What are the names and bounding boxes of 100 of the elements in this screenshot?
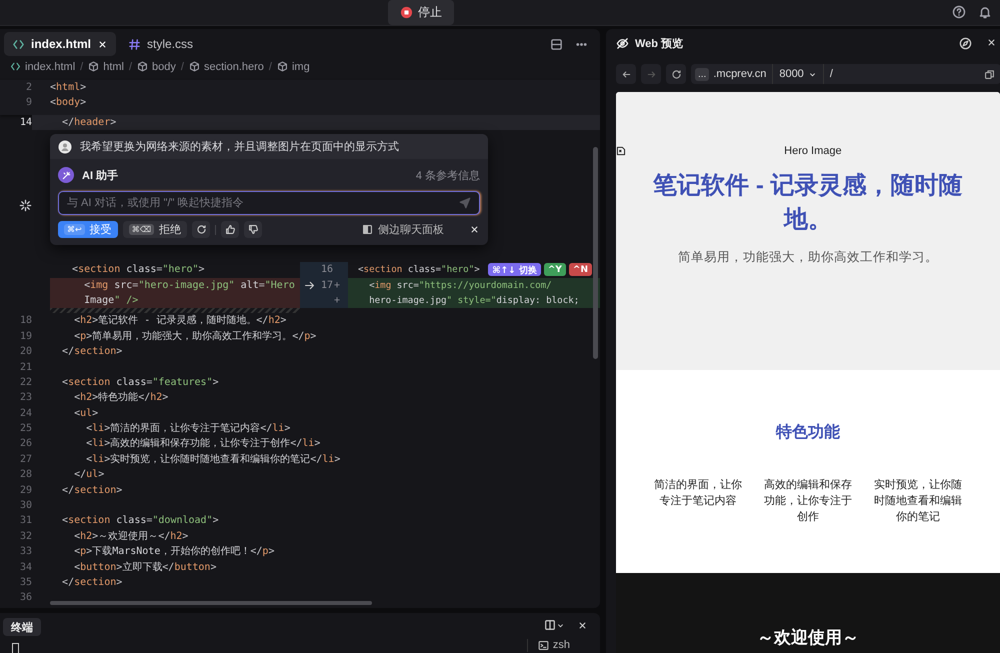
references-link[interactable]: 4 条参考信息 (416, 168, 480, 183)
line-number: 16 (320, 263, 333, 278)
stop-button[interactable]: 停止 (388, 0, 454, 25)
cube-icon (188, 61, 200, 72)
refresh-icon[interactable] (196, 224, 207, 236)
breadcrumb-separator: / (80, 60, 84, 72)
code-line: </section> (61, 576, 124, 590)
thumbs-down-button[interactable] (244, 221, 262, 238)
thumbs-down-icon[interactable] (248, 224, 259, 236)
breadcrumb-item[interactable]: index.html (10, 60, 76, 72)
code-line: </section> (61, 484, 124, 498)
help-icon[interactable] (952, 5, 966, 19)
terminal-tab[interactable]: 终端 (3, 618, 41, 636)
port-dropdown[interactable]: 8000 (773, 64, 824, 84)
hero-heading: 笔记软件 - 记录灵感，随时随地。 (652, 171, 964, 235)
terminal-session[interactable]: zsh (526, 639, 570, 652)
feature-text: 简洁的界面，让你专注于笔记内容 (652, 478, 743, 509)
code-line: <section class="hero"> (71, 263, 205, 278)
breadcrumb-item[interactable]: body (137, 60, 176, 72)
stop-icon (400, 6, 413, 19)
terminal-cursor (12, 643, 19, 653)
sparkle-icon[interactable] (18, 199, 32, 212)
breadcrumb-item[interactable]: img (276, 60, 310, 72)
line-number: 2 (24, 81, 32, 95)
image-alt-text: Hero Image (783, 145, 843, 157)
line-number: 27 (18, 452, 32, 467)
notification-bell-icon[interactable] (978, 5, 992, 19)
code-line: <ul> (73, 406, 100, 421)
host-text: .mcprev.cn (713, 64, 774, 84)
split-icon[interactable] (544, 619, 556, 631)
path-field[interactable]: / (824, 64, 978, 84)
download-heading: ～欢迎使用～ (756, 627, 859, 649)
thumbs-up-icon[interactable] (224, 224, 236, 236)
code-line: <li>实时预览，让你随时随地查看和编辑你的笔记</li> (85, 452, 342, 467)
line-number: 34 (18, 560, 32, 575)
line-number: 19 (18, 330, 32, 344)
line-number: 33 (18, 545, 32, 560)
switch-button[interactable]: ⌘↑↓ 切换 (488, 263, 541, 276)
line-number: 29 (18, 484, 32, 498)
cube-icon (276, 61, 288, 72)
reject-change-button[interactable]: ^N (568, 263, 592, 276)
back-button[interactable] (616, 64, 636, 84)
breadcrumb-item[interactable]: section.hero (188, 60, 264, 72)
forward-button[interactable] (641, 64, 661, 84)
reload-button[interactable] (666, 64, 686, 84)
arrow-left-icon[interactable] (620, 68, 632, 80)
thumbs-up-button[interactable] (221, 221, 240, 238)
close-icon[interactable] (986, 37, 997, 48)
chat-input[interactable]: 与 AI 对话，或使用 "/" 唤起快捷指令 (67, 197, 459, 210)
code-file-icon (10, 61, 21, 72)
chat-input-field[interactable]: 与 AI 对话，或使用 "/" 唤起快捷指令 (58, 191, 480, 216)
shortcut-key: ⌘⌫ (128, 224, 154, 236)
accept-button[interactable]: ⌘↩ 接受 (58, 221, 118, 238)
line-number: 25 (18, 422, 32, 436)
features-heading: 特色功能 (776, 422, 840, 443)
refresh-icon[interactable] (670, 68, 682, 80)
breadcrumb-separator: / (268, 60, 272, 72)
code-line: <h2>～欢迎使用～</h2> (73, 530, 190, 544)
line-number: 26 (18, 437, 32, 452)
code-line: <section class="download"> (61, 514, 220, 528)
line-number: 18 (18, 314, 32, 328)
breadcrumb-item[interactable]: html (88, 60, 124, 72)
hash-icon (128, 38, 142, 50)
host-prefix-button[interactable]: ... (695, 68, 710, 80)
reject-button[interactable]: ⌘⌫ 拒绝 (122, 221, 188, 238)
side-panel-icon[interactable] (362, 224, 373, 236)
file-tab[interactable]: index.html (4, 32, 116, 56)
line-number: 14 (18, 116, 32, 130)
compass-icon[interactable] (958, 37, 972, 50)
code-line: <li>简洁的界面，让你专注于笔记内容</li> (85, 422, 292, 436)
close-icon[interactable] (577, 620, 588, 630)
regenerate-button[interactable] (192, 221, 210, 238)
code-line: <button>立即下载</button> (73, 560, 218, 575)
code-line: <h2>笔记软件 - 记录灵感，随时随地。</h2> (73, 314, 288, 328)
address-bar[interactable]: ... .mcprev.cn 8000 / (691, 64, 1000, 84)
line-number: 32 (18, 530, 32, 544)
file-tab[interactable]: style.css (120, 32, 202, 56)
vertical-scrollbar[interactable] (593, 147, 598, 359)
user-avatar-icon (58, 140, 72, 154)
split-editor-icon[interactable] (550, 38, 563, 50)
code-line: <section class="features"> (61, 376, 220, 390)
preview-icon (616, 37, 629, 50)
feature-text: 高效的编辑和保存功能，让你专注于创作 (762, 478, 853, 525)
diff-marker: + (334, 294, 342, 308)
line-number: 21 (18, 360, 32, 375)
diff-marker: + (334, 278, 342, 293)
code-line: <p>下载MarsNote，开始你的创作吧！</p> (73, 544, 276, 560)
side-chat-panel-button[interactable]: 侧边聊天面板 (362, 222, 444, 238)
shortcut-key: ⌘↩ (64, 224, 85, 236)
code-line: <section class="hero"> (357, 263, 480, 278)
close-tab-icon[interactable] (97, 38, 108, 50)
split-terminal-button[interactable] (544, 619, 565, 631)
code-line: <html> (49, 81, 88, 95)
copy-icon[interactable] (984, 68, 995, 80)
code-line: <h2>特色功能</h2> (73, 390, 170, 406)
line-number: 35 (18, 576, 32, 590)
horizontal-scrollbar[interactable] (50, 601, 372, 605)
code-line: </section> (61, 345, 124, 360)
close-icon[interactable] (469, 224, 480, 236)
line-number: 22 (18, 376, 32, 390)
